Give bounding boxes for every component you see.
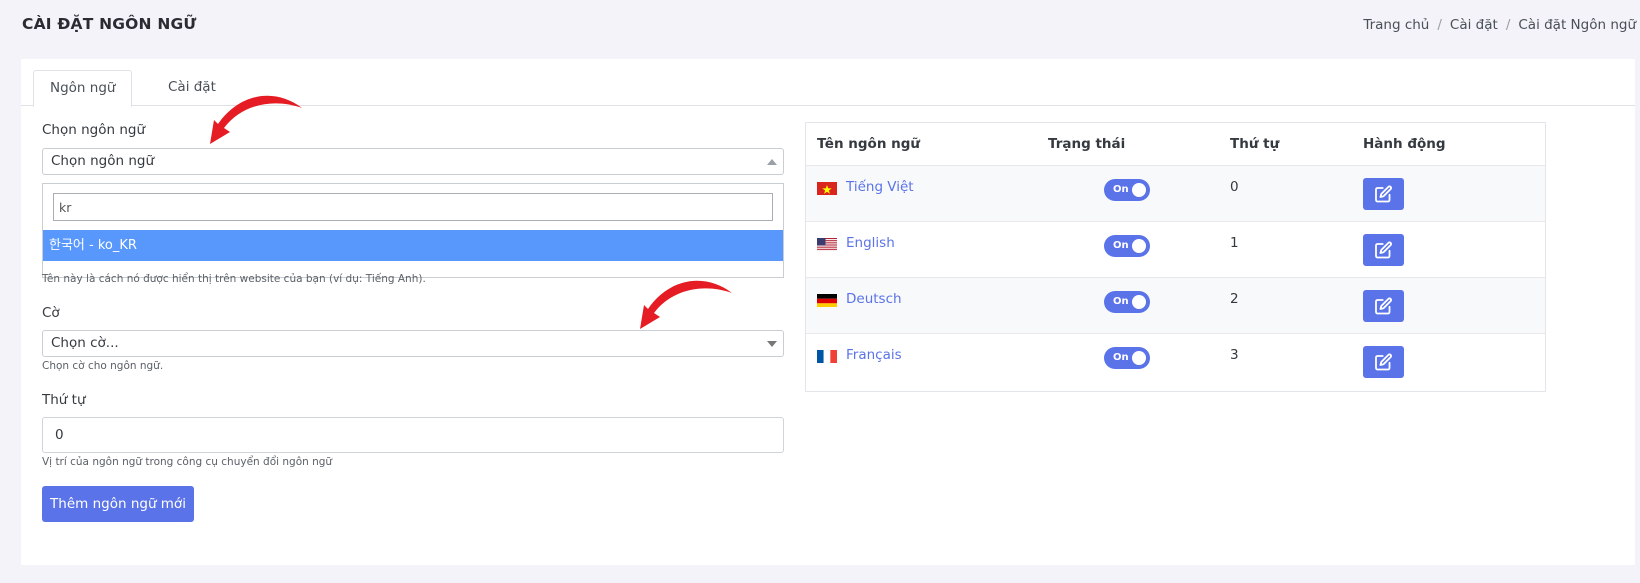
order-value: 3 xyxy=(1230,347,1239,363)
language-option-highlighted[interactable]: 한국어 - ko_KR xyxy=(43,230,783,261)
fr-flag-icon xyxy=(817,349,837,363)
status-toggle[interactable]: On xyxy=(1104,291,1150,313)
column-header-action: Hành động xyxy=(1363,136,1446,152)
edit-button[interactable] xyxy=(1363,178,1404,210)
flag-help-text: Chọn cờ cho ngôn ngữ. xyxy=(42,360,164,372)
red-arrow-icon xyxy=(210,95,302,144)
toggle-knob xyxy=(1132,295,1146,309)
edit-icon xyxy=(1375,241,1392,259)
breadcrumb-home[interactable]: Trang chủ xyxy=(1363,17,1429,33)
status-toggle-label: On xyxy=(1113,184,1129,195)
column-header-order: Thứ tự xyxy=(1230,136,1280,152)
chevron-up-icon xyxy=(767,159,777,165)
order-input[interactable]: 0 xyxy=(42,417,784,453)
language-name-link[interactable]: Tiếng Việt xyxy=(846,179,914,195)
breadcrumb-settings[interactable]: Cài đặt xyxy=(1450,17,1498,33)
language-name-link[interactable]: Français xyxy=(846,347,902,363)
language-select-label: Chọn ngôn ngữ xyxy=(42,122,146,138)
order-value: 0 xyxy=(1230,179,1239,195)
breadcrumb: Trang chủ / Cài đặt / Cài đặt Ngôn ngữ xyxy=(1363,17,1636,33)
language-search-input[interactable] xyxy=(53,193,773,221)
status-toggle[interactable]: On xyxy=(1104,347,1150,369)
status-toggle[interactable]: On xyxy=(1104,179,1150,201)
edit-button[interactable] xyxy=(1363,234,1404,266)
toggle-knob xyxy=(1132,239,1146,253)
table-row: Deutsch On 2 xyxy=(806,277,1545,333)
de-flag-icon xyxy=(817,293,837,307)
language-name-link[interactable]: English xyxy=(846,235,895,251)
flag-select-label: Cờ xyxy=(42,305,60,321)
table-row: Français On 3 xyxy=(806,333,1545,389)
status-toggle-label: On xyxy=(1113,352,1129,363)
table-row: English On 1 xyxy=(806,221,1545,277)
order-help-text: Vị trí của ngôn ngữ trong công cụ chuyển… xyxy=(42,456,333,468)
table-row: Tiếng Việt On 0 xyxy=(806,165,1545,221)
breadcrumb-separator: / xyxy=(1505,17,1511,33)
status-toggle-label: On xyxy=(1113,240,1129,251)
language-table: Tên ngôn ngữ Trạng thái Thứ tự Hành động… xyxy=(805,122,1546,392)
edit-icon xyxy=(1375,353,1392,371)
status-toggle[interactable]: On xyxy=(1104,235,1150,257)
toggle-knob xyxy=(1132,183,1146,197)
edit-icon xyxy=(1375,297,1392,315)
red-arrow-icon xyxy=(640,280,732,329)
page-title: CÀI ĐẶT NGÔN NGỮ xyxy=(22,15,197,33)
breadcrumb-current: Cài đặt Ngôn ngữ xyxy=(1518,17,1636,33)
vn-flag-icon xyxy=(817,181,837,195)
chevron-down-icon xyxy=(767,341,777,347)
language-select-value: Chọn ngôn ngữ xyxy=(51,153,155,169)
order-value: 1 xyxy=(1230,235,1239,251)
language-name-link[interactable]: Deutsch xyxy=(846,291,902,307)
language-dropdown: 한국어 - ko_KR xyxy=(42,183,784,278)
status-toggle-label: On xyxy=(1113,296,1129,307)
flag-select-value: Chọn cờ... xyxy=(51,335,119,351)
order-label: Thứ tự xyxy=(42,392,86,408)
breadcrumb-separator: / xyxy=(1437,17,1442,33)
column-header-status: Trạng thái xyxy=(1048,136,1126,152)
toggle-knob xyxy=(1132,351,1146,365)
order-value: 2 xyxy=(1230,291,1239,307)
edit-icon xyxy=(1375,185,1392,203)
column-header-name: Tên ngôn ngữ xyxy=(817,136,921,152)
edit-button[interactable] xyxy=(1363,290,1404,322)
tab-languages[interactable]: Ngôn ngữ xyxy=(33,70,133,107)
language-select[interactable]: Chọn ngôn ngữ xyxy=(42,148,784,175)
language-help-text: Tên này là cách nó được hiển thị trên we… xyxy=(42,273,426,285)
us-flag-icon xyxy=(817,237,837,251)
edit-button[interactable] xyxy=(1363,346,1404,378)
add-language-button[interactable]: Thêm ngôn ngữ mới xyxy=(42,486,194,522)
